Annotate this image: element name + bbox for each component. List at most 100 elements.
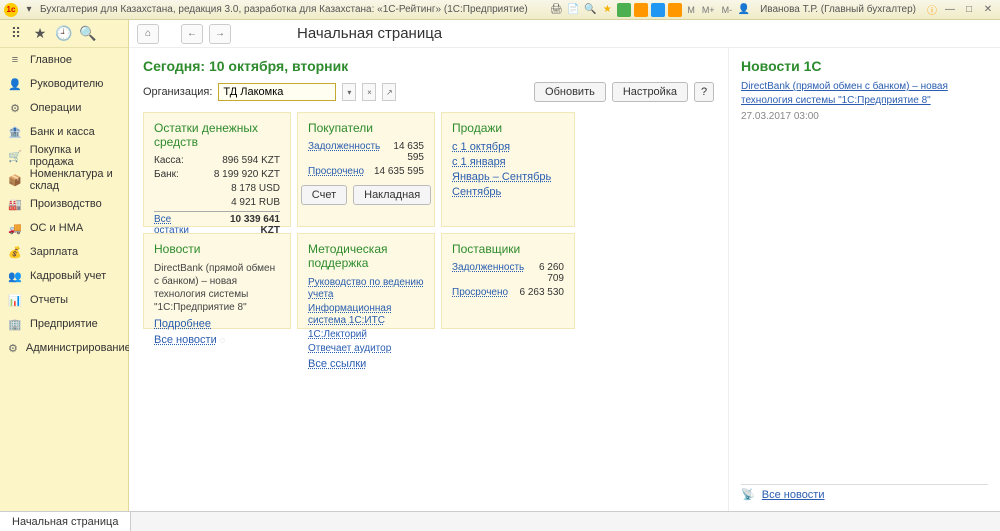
sidebar-item-6[interactable]: 🏭Производство bbox=[0, 192, 128, 216]
sidebar-icon: 💰 bbox=[8, 245, 22, 259]
orange2-icon[interactable] bbox=[668, 3, 682, 17]
sidebar-label: Производство bbox=[30, 198, 102, 210]
sidebar-item-12[interactable]: ⚙ Администрирование bbox=[0, 336, 128, 360]
all-links[interactable]: Все ссылки bbox=[308, 358, 366, 370]
sales-card: Продажи с 1 октября с 1 января Январь – Се… bbox=[441, 112, 575, 227]
sidebar-icon: 👤 bbox=[8, 77, 22, 91]
user-name: Иванова Т.Р. (Главный бухгалтер) bbox=[754, 4, 922, 15]
sales-link[interactable]: с 1 октября bbox=[452, 141, 510, 153]
sidebar-icon: 👥 bbox=[8, 269, 22, 283]
buyers-label[interactable]: Просрочено bbox=[308, 166, 364, 177]
sidebar-label: Отчеты bbox=[30, 294, 68, 306]
cash-label: Банк: bbox=[154, 169, 179, 180]
icon-search[interactable]: 🔍 bbox=[583, 3, 597, 17]
history-icon[interactable]: 🕘 bbox=[52, 22, 76, 46]
card-title: Поставщики bbox=[452, 242, 564, 256]
org-dropdown[interactable]: ▾ bbox=[342, 83, 356, 101]
card-title: Продажи bbox=[452, 121, 564, 135]
maximize-button[interactable]: □ bbox=[961, 3, 977, 17]
sidebar-icon: ⚙ bbox=[8, 341, 18, 355]
blue-icon[interactable] bbox=[651, 3, 665, 17]
sidebar-icon: 🚚 bbox=[8, 221, 22, 235]
search-icon[interactable]: 🔍 bbox=[76, 22, 100, 46]
sidebar-item-4[interactable]: 🛒 Покупка и продажа bbox=[0, 144, 128, 168]
orange-icon[interactable] bbox=[634, 3, 648, 17]
card-title: Новости bbox=[154, 242, 280, 256]
news-item-link[interactable]: DirectBank (прямой обмен с банком) – нов… bbox=[741, 80, 988, 108]
back-button[interactable]: ← bbox=[181, 24, 203, 44]
card-title: Остатки денежных средств bbox=[154, 121, 280, 149]
sidebar-label: Администрирование bbox=[26, 342, 131, 354]
app-icon: 1c bbox=[4, 3, 18, 17]
sales-link[interactable]: с 1 января bbox=[452, 156, 506, 168]
icon-doc[interactable]: 📄 bbox=[566, 3, 580, 17]
icon-print[interactable]: 🖨 bbox=[549, 3, 563, 17]
apps-icon[interactable]: ⠿ bbox=[4, 22, 28, 46]
minimize-button[interactable]: — bbox=[942, 3, 958, 17]
close-button[interactable]: ✕ bbox=[980, 3, 996, 17]
suppliers-label[interactable]: Просрочено bbox=[452, 287, 508, 298]
waybill-button[interactable]: Накладная bbox=[353, 185, 431, 205]
buyers-value: 14 635 595 bbox=[374, 166, 424, 177]
cash-label: Касса: bbox=[154, 155, 184, 166]
sidebar-item-0[interactable]: ≡Главное bbox=[0, 48, 128, 72]
sidebar-item-8[interactable]: 💰Зарплата bbox=[0, 240, 128, 264]
card-title: Методическая поддержка bbox=[308, 242, 424, 270]
forward-button[interactable]: → bbox=[209, 24, 231, 44]
settings-button[interactable]: Настройка bbox=[612, 82, 688, 102]
sidebar: ⠿ ★ 🕘 🔍 ≡Главное👤Руководителю⚙Операции 🏦 Б… bbox=[0, 20, 129, 511]
sidebar-item-1[interactable]: 👤Руководителю bbox=[0, 72, 128, 96]
cash-card: Остатки денежных средств Касса:896 594 K… bbox=[143, 112, 291, 227]
sidebar-icon: 📦 bbox=[8, 173, 22, 187]
buyers-label[interactable]: Задолженность bbox=[308, 141, 380, 163]
user-icon: 👤 bbox=[737, 3, 751, 17]
card-title: Покупатели bbox=[308, 121, 424, 135]
sidebar-icon: 📊 bbox=[8, 293, 22, 307]
home-button[interactable]: ⌂ bbox=[137, 24, 159, 44]
sidebar-item-10[interactable]: 📊 Отчеты bbox=[0, 288, 128, 312]
news-date: 27.03.2017 03:00 bbox=[741, 111, 988, 122]
dropdown-icon[interactable]: ▾ bbox=[22, 3, 36, 17]
suppliers-label[interactable]: Задолженность bbox=[452, 262, 524, 284]
green-icon[interactable] bbox=[617, 3, 631, 17]
help-button[interactable]: ? bbox=[694, 82, 714, 102]
bottom-tabs: Начальная страница bbox=[0, 511, 1000, 531]
sidebar-item-2[interactable]: ⚙Операции bbox=[0, 96, 128, 120]
right-pane: Новости 1С DirectBank (прямой обмен с ба… bbox=[728, 48, 1000, 511]
calc-mminus[interactable]: M- bbox=[720, 5, 735, 15]
sales-link[interactable]: Сентябрь bbox=[452, 186, 501, 198]
sidebar-icon: 🛒 bbox=[8, 149, 22, 163]
news-panel-title: Новости 1С bbox=[741, 58, 988, 74]
sales-link[interactable]: Январь – Сентябрь bbox=[452, 171, 551, 183]
org-input[interactable] bbox=[218, 83, 336, 101]
sidebar-item-7[interactable]: 🚚ОС и НМА bbox=[0, 216, 128, 240]
cash-value: 8 178 USD bbox=[231, 183, 280, 194]
all-news-link[interactable]: Все новости bbox=[762, 489, 825, 501]
method-link[interactable]: Руководство по ведению учета bbox=[308, 277, 424, 300]
sidebar-item-11[interactable]: 🏢Предприятие bbox=[0, 312, 128, 336]
sidebar-item-9[interactable]: 👥Кадровый учет bbox=[0, 264, 128, 288]
sidebar-label: Покупка и продажа bbox=[30, 144, 120, 168]
sidebar-label: Предприятие bbox=[30, 318, 98, 330]
method-link[interactable]: Информационная система 1С:ИТС bbox=[308, 303, 391, 326]
titlebar: 1c ▾ Бухгалтерия для Казахстана, редакци… bbox=[0, 0, 1000, 20]
fav-icon[interactable]: ★ bbox=[28, 22, 52, 46]
sidebar-item-5[interactable]: 📦Номенклатура и склад bbox=[0, 168, 128, 192]
org-open[interactable]: ↗ bbox=[382, 83, 396, 101]
star-icon[interactable]: ★ bbox=[600, 3, 614, 17]
calc-mplus[interactable]: M+ bbox=[700, 5, 717, 15]
method-link[interactable]: Отвечает аудитор bbox=[308, 343, 391, 354]
info-icon[interactable]: ⓘ bbox=[925, 3, 939, 17]
tab-home[interactable]: Начальная страница bbox=[0, 512, 131, 531]
sidebar-icon: 🏦 bbox=[8, 125, 22, 139]
refresh-button[interactable]: Обновить bbox=[534, 82, 606, 102]
sidebar-label: Банк и касса bbox=[30, 126, 95, 138]
method-link[interactable]: 1С:Лекторий bbox=[308, 329, 367, 340]
sidebar-icon: ≡ bbox=[8, 53, 22, 67]
calc-m[interactable]: M bbox=[685, 5, 697, 15]
invoice-button[interactable]: Счет bbox=[301, 185, 347, 205]
org-clear[interactable]: × bbox=[362, 83, 376, 101]
more-link[interactable]: Подробнее bbox=[154, 318, 211, 330]
sidebar-item-3[interactable]: 🏦 Банк и касса bbox=[0, 120, 128, 144]
all-news-link[interactable]: Все новости bbox=[154, 334, 217, 346]
